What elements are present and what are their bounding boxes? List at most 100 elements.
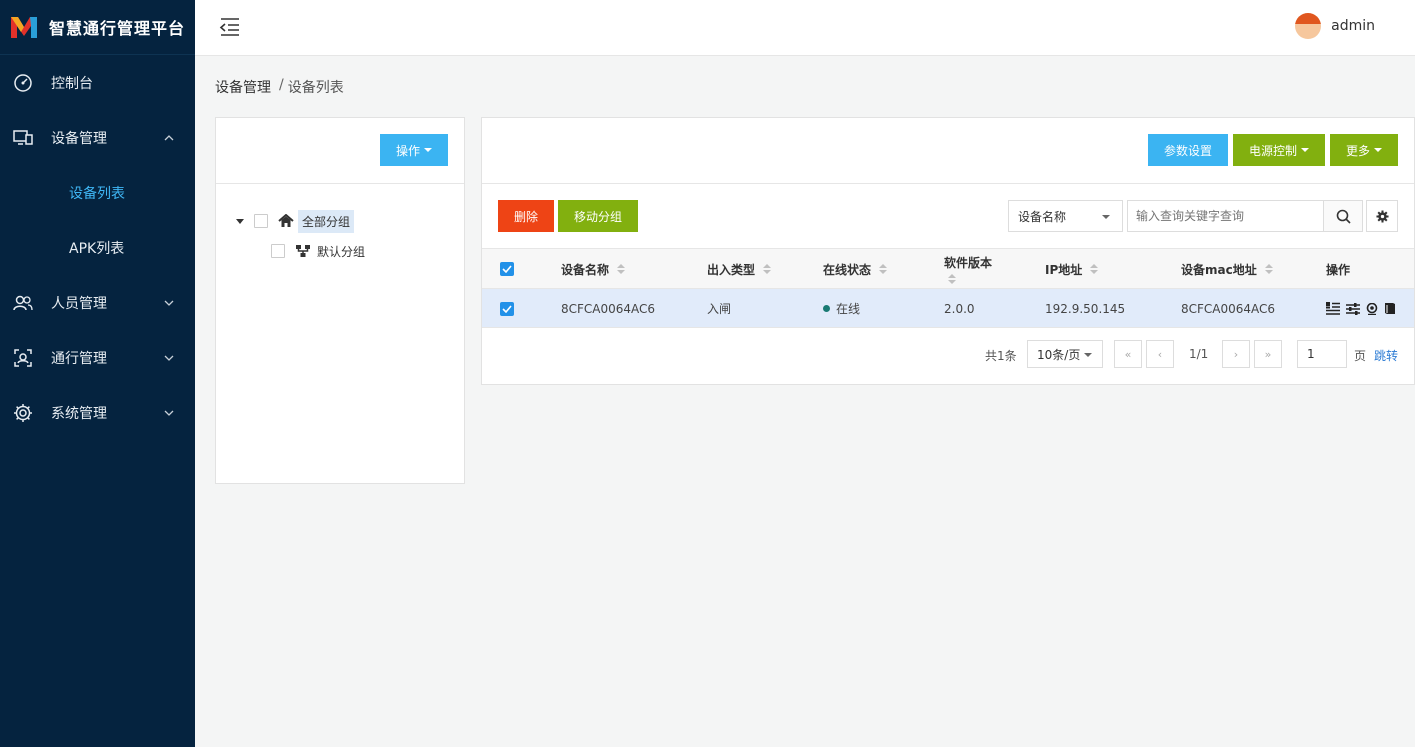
sort-icon[interactable] — [617, 264, 626, 274]
power-control-button[interactable]: 电源控制 — [1233, 134, 1325, 166]
search-field-select[interactable]: 设备名称 — [1008, 200, 1123, 232]
table-row[interactable]: 8CFCA0064AC6 入闸 在线 2.0.0 192.9.50.145 8C… — [482, 289, 1414, 328]
column-header-label: IP地址 — [1045, 262, 1083, 277]
column-header-ip[interactable]: IP地址 — [1045, 249, 1099, 289]
column-header-type[interactable]: 出入类型 — [707, 249, 772, 289]
cell-type: 入闸 — [707, 302, 732, 316]
chevron-down-icon — [164, 410, 174, 416]
column-header-label: 设备mac地址 — [1181, 262, 1257, 277]
sidebar-item-label: 人员管理 — [51, 295, 107, 312]
jump-link[interactable]: 跳转 — [1374, 347, 1398, 364]
table-toolbar: 删除 移动分组 设备名称 — [482, 184, 1414, 249]
cell-status: 在线 — [823, 289, 860, 328]
sort-icon[interactable] — [763, 264, 772, 274]
params-setting-button[interactable]: 参数设置 — [1148, 134, 1228, 166]
tree-checkbox[interactable] — [271, 244, 285, 258]
group-action-button[interactable]: 操作 — [380, 134, 448, 166]
page-number-input[interactable]: 1 — [1297, 340, 1347, 368]
tree-label[interactable]: 全部分组 — [298, 209, 355, 233]
header-actions: 参数设置 电源控制 更多 — [1148, 134, 1398, 166]
page-size-select[interactable]: 10条/页 — [1027, 340, 1103, 368]
gear-icon — [1375, 209, 1389, 223]
checkbox-checked[interactable] — [500, 262, 514, 276]
device-table: 设备名称 出入类型 在线状态 软件版本 IP地址 设备mac地址 操作 8CFC… — [482, 248, 1414, 328]
book-icon[interactable] — [1384, 302, 1396, 315]
sidebar-item-label: 通行管理 — [51, 350, 107, 367]
column-settings-button[interactable] — [1366, 200, 1398, 232]
breadcrumb-device-management[interactable]: 设备管理 — [215, 77, 271, 97]
list-detail-icon[interactable] — [1326, 302, 1340, 315]
table-header: 设备名称 出入类型 在线状态 软件版本 IP地址 设备mac地址 操作 — [482, 248, 1414, 289]
sort-icon[interactable] — [1264, 264, 1273, 274]
check-icon — [502, 265, 512, 273]
search-field-value: 设备名称 — [1018, 209, 1067, 224]
sort-icon[interactable] — [879, 264, 888, 274]
caret-down-icon — [1301, 148, 1309, 152]
group-panel: 操作 全部分组 默认分组 — [215, 117, 465, 484]
sidebar-item-apk-list[interactable]: APK列表 — [0, 220, 195, 275]
group-action-label: 操作 — [395, 143, 420, 158]
search-input[interactable] — [1127, 200, 1324, 232]
app-title: 智慧通行管理平台 — [49, 19, 186, 38]
tree-node-all[interactable]: 全部分组 — [236, 206, 464, 236]
more-label: 更多 — [1345, 143, 1370, 158]
delete-button[interactable]: 删除 — [498, 200, 554, 232]
chevron-up-icon — [164, 134, 174, 140]
tree-label[interactable]: 默认分组 — [317, 243, 365, 260]
sort-icon[interactable] — [948, 274, 956, 284]
move-group-button[interactable]: 移动分组 — [558, 200, 638, 232]
sidebar-item-system[interactable]: 系统管理 — [0, 385, 195, 440]
dropdown-arrow-icon — [1084, 353, 1092, 357]
device-panel: 参数设置 电源控制 更多 删除 移动分组 设备名称 设备名称 出入类型 在线状态 — [481, 117, 1415, 385]
row-select[interactable] — [500, 289, 514, 328]
tree-checkbox[interactable] — [254, 214, 268, 228]
sidebar-item-access[interactable]: 通行管理 — [0, 330, 195, 385]
tree-node-default[interactable]: 默认分组 — [236, 236, 464, 266]
column-header-label: 设备名称 — [561, 262, 610, 277]
more-button[interactable]: 更多 — [1330, 134, 1398, 166]
checkbox-checked[interactable] — [500, 301, 514, 316]
page-info: 1/1 — [1189, 347, 1209, 361]
sidebar-item-device-management[interactable]: 设备管理 — [0, 110, 195, 165]
dashboard-icon — [13, 73, 33, 93]
sort-icon[interactable] — [1090, 264, 1099, 274]
column-header-label: 操作 — [1326, 262, 1351, 277]
breadcrumb-separator: / — [279, 77, 284, 93]
users-icon — [13, 293, 33, 313]
next-page-button[interactable]: › — [1222, 340, 1250, 368]
expand-caret-icon[interactable] — [236, 218, 244, 224]
chevron-down-icon — [164, 355, 174, 361]
last-page-button[interactable]: » — [1254, 340, 1282, 368]
sliders-icon[interactable] — [1346, 302, 1360, 315]
menu-fold-icon[interactable] — [219, 16, 241, 38]
column-header-status[interactable]: 在线状态 — [823, 249, 888, 289]
prev-page-button[interactable]: ‹ — [1146, 340, 1174, 368]
camera-icon[interactable] — [1366, 302, 1378, 315]
sidebar-item-personnel[interactable]: 人员管理 — [0, 275, 195, 330]
search-button[interactable] — [1323, 200, 1363, 232]
user-menu[interactable]: admin — [1295, 13, 1375, 39]
search-icon — [1336, 209, 1351, 224]
sitemap-icon — [296, 245, 310, 257]
column-header-label: 软件版本 — [944, 256, 993, 270]
column-header-version[interactable]: 软件版本 — [944, 249, 992, 289]
group-panel-header: 操作 — [216, 118, 464, 184]
topbar: admin — [195, 0, 1415, 56]
sidebar-item-dashboard[interactable]: 控制台 — [0, 55, 195, 110]
gear-icon — [13, 403, 33, 423]
caret-down-icon — [1374, 148, 1382, 152]
page-unit: 页 — [1354, 349, 1367, 363]
page-size-value: 10条/页 — [1037, 347, 1081, 362]
header-select-all[interactable] — [500, 249, 514, 289]
group-tree: 全部分组 默认分组 — [216, 184, 464, 266]
logo-icon — [11, 17, 37, 38]
first-page-button[interactable]: « — [1114, 340, 1142, 368]
column-header-mac[interactable]: 设备mac地址 — [1181, 249, 1273, 289]
online-dot-icon — [823, 305, 830, 312]
column-header-name[interactable]: 设备名称 — [561, 249, 626, 289]
brand: 智慧通行管理平台 — [0, 0, 195, 55]
sidebar-item-device-list[interactable]: 设备列表 — [0, 165, 195, 220]
caret-down-icon — [424, 148, 432, 152]
cell-ip: 192.9.50.145 — [1045, 301, 1126, 316]
sidebar-item-label: 系统管理 — [51, 405, 107, 422]
